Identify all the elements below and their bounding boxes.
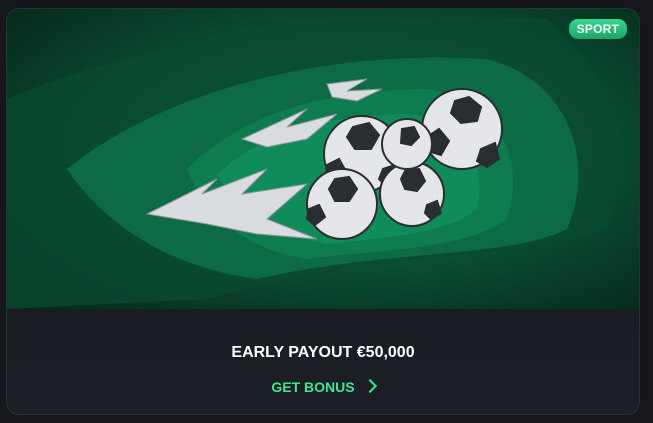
promo-title: EARLY PAYOUT €50,000 [231,344,415,361]
promo-banner: SPORT [7,9,639,319]
promo-card[interactable]: SPORT EARLY PAYOUT €50,000 GET BONUS [7,9,639,414]
chevron-right-icon [362,378,377,394]
get-bonus-link[interactable]: GET BONUS [7,378,639,395]
get-bonus-label: GET BONUS [271,379,355,395]
soccer-balls-illustration [7,17,619,309]
promo-footer: EARLY PAYOUT €50,000 GET BONUS [7,309,639,414]
sport-badge: SPORT [568,19,627,39]
